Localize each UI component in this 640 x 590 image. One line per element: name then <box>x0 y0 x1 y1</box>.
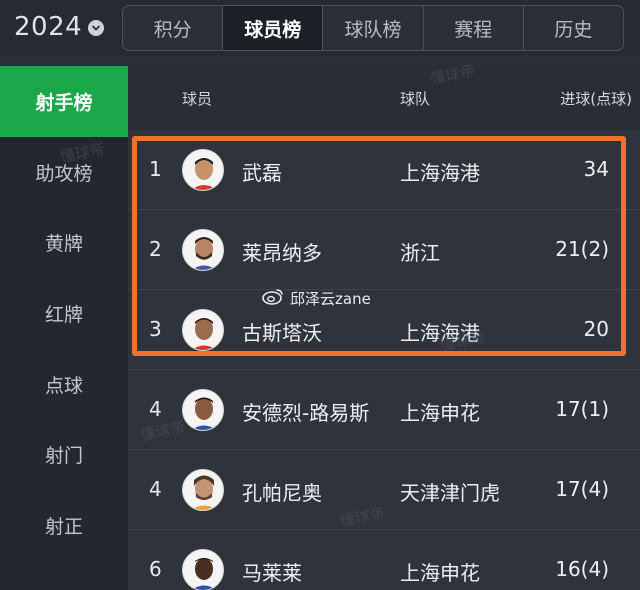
sidebar-item-scorers[interactable]: 射手榜 <box>0 66 128 137</box>
sidebar-item-yellow-cards[interactable]: 黄牌 <box>0 207 128 278</box>
player-name[interactable]: 安德烈-路易斯 <box>242 397 369 426</box>
goals-count: 16(4) <box>555 557 609 581</box>
rank: 1 <box>149 157 162 181</box>
table-header: 球员 球队 进球(点球) <box>128 66 640 130</box>
tab-player-rankings[interactable]: 球员榜 <box>223 6 324 50</box>
team-name[interactable]: 浙江 <box>400 237 440 266</box>
sidebar-item-red-cards[interactable]: 红牌 <box>0 278 128 349</box>
tab-schedule[interactable]: 赛程 <box>424 6 524 50</box>
avatar <box>182 149 224 191</box>
player-name[interactable]: 莱昂纳多 <box>242 237 322 266</box>
sidebar-item-shots[interactable]: 射门 <box>0 419 128 490</box>
player-name[interactable]: 武磊 <box>242 157 282 186</box>
tab-team-rankings[interactable]: 球队榜 <box>323 6 424 50</box>
table-row[interactable]: 2 莱昂纳多 浙江 21(2) <box>128 210 640 290</box>
player-name[interactable]: 马莱莱 <box>242 557 302 586</box>
chevron-down-icon <box>88 20 105 36</box>
rank: 4 <box>149 397 162 421</box>
player-name[interactable]: 古斯塔沃 <box>242 317 322 346</box>
column-header-player: 球员 <box>182 90 213 108</box>
goals-count: 21(2) <box>555 237 609 261</box>
table-row[interactable]: 4 安德烈-路易斯 上海申花 17(1) <box>128 370 640 450</box>
table-row[interactable]: 6 马莱莱 上海申花 16(4) <box>128 530 640 590</box>
main-tabs: 积分 球员榜 球队榜 赛程 历史 <box>122 5 624 51</box>
table-row[interactable]: 1 武磊 上海海港 34 <box>128 130 640 210</box>
rank: 4 <box>149 477 162 501</box>
goals-count: 17(1) <box>555 397 609 421</box>
sidebar-item-shots-on-target[interactable]: 射正 <box>0 490 128 561</box>
goals-count: 17(4) <box>555 477 609 501</box>
season-year: 2024 <box>14 12 83 42</box>
goals-count: 34 <box>583 157 609 181</box>
column-header-team: 球队 <box>400 90 431 108</box>
sidebar-item-penalties[interactable]: 点球 <box>0 349 128 420</box>
goals-count: 20 <box>583 317 609 341</box>
team-name[interactable]: 上海申花 <box>400 557 480 586</box>
avatar <box>182 389 224 431</box>
weibo-username: 邱泽云zane <box>290 289 371 308</box>
team-name[interactable]: 上海申花 <box>400 397 480 426</box>
weibo-credit: 邱泽云zane <box>262 287 371 309</box>
avatar <box>182 469 224 511</box>
team-name[interactable]: 上海海港 <box>400 157 480 186</box>
rank: 6 <box>149 557 162 581</box>
team-name[interactable]: 天津津门虎 <box>400 477 500 506</box>
season-selector[interactable]: 2024 <box>14 10 105 44</box>
player-name[interactable]: 孔帕尼奥 <box>242 477 322 506</box>
top-bar: 2024 积分 球员榜 球队榜 赛程 历史 <box>0 0 640 56</box>
column-header-goals: 进球(点球) <box>560 90 632 108</box>
rank: 2 <box>149 237 162 261</box>
tab-history[interactable]: 历史 <box>524 6 623 50</box>
tab-standings[interactable]: 积分 <box>123 6 224 50</box>
avatar <box>182 549 224 590</box>
weibo-icon <box>262 287 284 309</box>
table-row[interactable]: 3 古斯塔沃 上海海港 20 <box>128 290 640 370</box>
rank: 3 <box>149 317 162 341</box>
avatar <box>182 229 224 271</box>
avatar <box>182 309 224 351</box>
